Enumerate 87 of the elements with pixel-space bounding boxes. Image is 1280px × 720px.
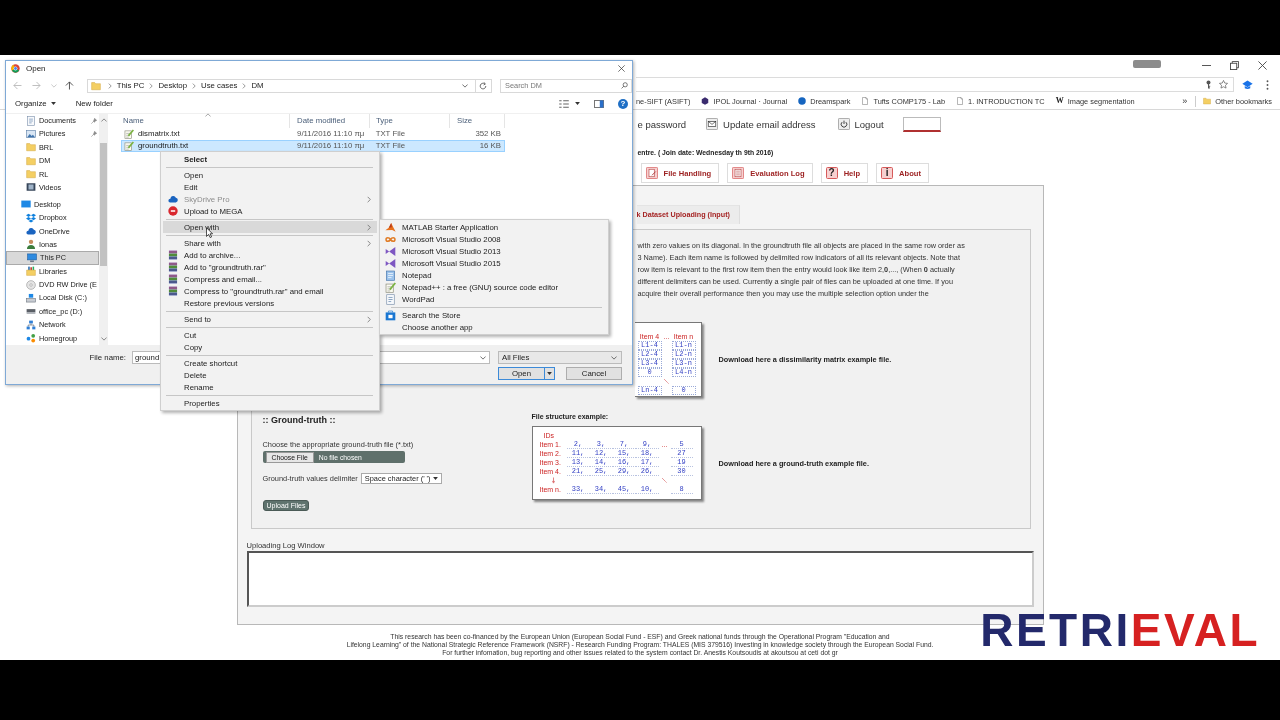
- list-icon: [732, 167, 745, 179]
- books-stack-icon: [168, 262, 178, 272]
- folder-icon: [26, 155, 36, 166]
- books-stack-icon: [168, 274, 178, 284]
- caret-down-icon: [575, 102, 580, 106]
- folder-icon: [90, 80, 101, 91]
- cloud-icon: [26, 226, 36, 237]
- nav-link[interactable]: Update email address: [706, 118, 816, 130]
- network-icon: [26, 319, 36, 330]
- notepad-icon: [385, 269, 396, 281]
- chevron-up-icon: [205, 112, 211, 117]
- cloud-icon: [168, 194, 178, 204]
- diamonds-icon: [26, 212, 36, 223]
- nav-link[interactable]: Logout: [837, 118, 884, 130]
- shopping-bag-icon: [385, 309, 396, 321]
- star-icon[interactable]: [1219, 80, 1228, 89]
- chevron-right-icon: [192, 82, 197, 89]
- scrollbar-thumb[interactable]: [100, 142, 107, 266]
- chevron-down-icon[interactable]: [100, 337, 107, 342]
- key-icon[interactable]: [1204, 80, 1213, 89]
- folder-icon: [1203, 97, 1212, 105]
- caret-down-icon: [50, 102, 56, 106]
- disc-icon: [26, 279, 36, 290]
- chevron-down-icon[interactable]: [611, 355, 617, 360]
- caret-down-icon: [547, 372, 552, 376]
- menu-icon[interactable]: [1266, 79, 1269, 90]
- drive-icon: [26, 293, 36, 303]
- circle-logo-icon: [11, 64, 20, 74]
- chevron-up-icon[interactable]: [100, 117, 107, 122]
- folder-icon: [26, 169, 36, 180]
- extension-icon[interactable]: [1242, 79, 1253, 90]
- picture-icon: [26, 128, 36, 139]
- scrollbar[interactable]: [99, 113, 108, 346]
- preview-pane-icon[interactable]: [594, 99, 604, 108]
- close-icon[interactable]: [1258, 61, 1267, 70]
- open-options-button[interactable]: [544, 367, 555, 381]
- bowtie-icon: [385, 257, 396, 269]
- notepad-pen-icon: [124, 128, 134, 139]
- refresh-icon[interactable]: [479, 81, 487, 90]
- section-heading: :: Ground-truth ::: [262, 415, 336, 426]
- info-icon: i: [881, 167, 894, 179]
- drive-icon: [26, 306, 36, 317]
- chevron-down-icon[interactable]: [480, 355, 486, 360]
- chevron-right-icon: [149, 82, 154, 89]
- search-icon: [621, 82, 628, 90]
- letter-icon: W: [1055, 97, 1064, 105]
- envelope-icon: [706, 118, 719, 130]
- library-icon: [26, 266, 36, 277]
- dots-icon: [26, 333, 36, 344]
- help-icon: ?: [825, 167, 838, 179]
- desktop-icon: [21, 199, 31, 210]
- page-icon: [861, 97, 870, 105]
- power-icon: [837, 118, 850, 130]
- document-icon: [26, 115, 36, 126]
- bowtie-icon: [385, 245, 396, 257]
- help-icon[interactable]: ?: [618, 98, 628, 109]
- close-icon[interactable]: [618, 65, 625, 73]
- up-arrow-icon[interactable]: [64, 81, 74, 91]
- chevron-right-icon: [242, 82, 247, 89]
- page-icon: [956, 97, 964, 105]
- more-bookmarks-button[interactable]: »: [1182, 96, 1188, 106]
- books-stack-icon: [168, 250, 178, 260]
- monitor-icon: [27, 252, 37, 263]
- hexagon-icon: [701, 97, 710, 105]
- round-badge-icon: [168, 206, 178, 216]
- chevron-down-icon[interactable]: [462, 83, 468, 88]
- document-icon: [385, 293, 396, 305]
- peak-icon: [385, 221, 396, 233]
- disc-logo-icon: [798, 97, 807, 105]
- person-icon: [26, 239, 36, 250]
- dialog-title: Open: [26, 64, 46, 74]
- profile-badge[interactable]: [1133, 59, 1161, 68]
- address-field[interactable]: [636, 77, 1234, 92]
- log-textarea[interactable]: [246, 551, 1034, 607]
- restore-icon[interactable]: [1230, 61, 1239, 70]
- film-icon: [26, 182, 36, 193]
- notepad-pen-icon: [124, 140, 134, 151]
- books-stack-icon: [168, 286, 178, 296]
- caret-down-icon: [433, 477, 439, 480]
- empty-frame: [902, 116, 941, 132]
- view-options-icon[interactable]: [559, 99, 569, 108]
- nav-link[interactable]: e password: [637, 118, 687, 130]
- chevron-right-icon: [107, 82, 112, 89]
- logo-text: RETRIEVAL: [980, 610, 1260, 650]
- folder-icon: [26, 142, 36, 153]
- edit-document-icon: [645, 167, 658, 179]
- notepad-pen-icon: [385, 281, 396, 293]
